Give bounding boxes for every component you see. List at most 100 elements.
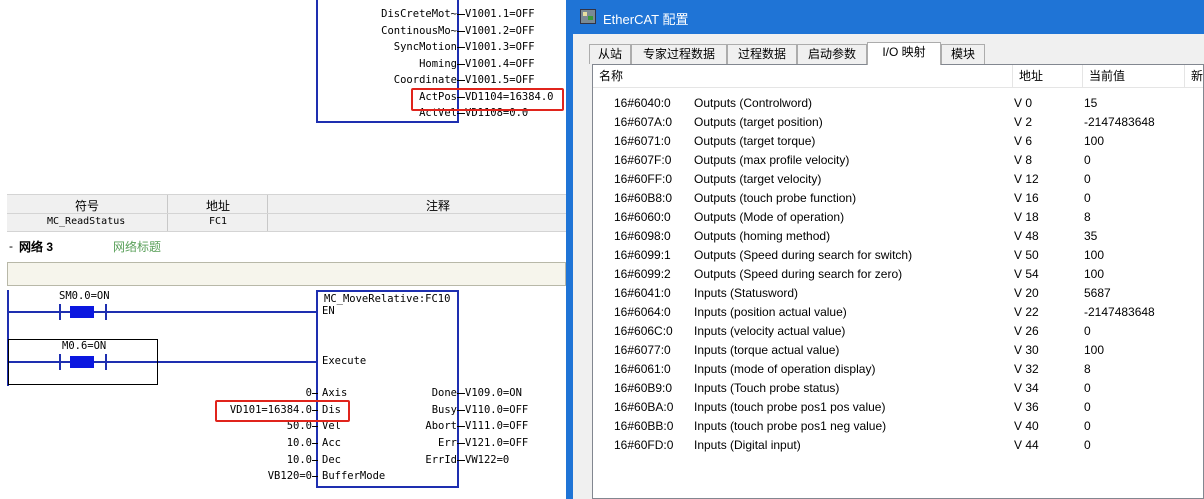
object-name: Inputs (position actual value) [694,305,847,319]
object-current-value: 0 [1084,400,1091,414]
table-row[interactable]: 16#6040:0 Outputs (Controlword) V 0 15 [593,94,1203,113]
symbol-table: 符号 地址 注释 MC_ReadStatus FC1 [7,194,566,232]
object-address: V 8 [1014,153,1033,167]
input-pin-value[interactable]: 10.0 [287,454,312,466]
object-index: 16#6071:0 [614,134,671,148]
column-header-address[interactable]: 地址 [1013,65,1083,87]
contact-left-bar [59,304,61,320]
table-row[interactable]: 16#6098:0 Outputs (homing method) V 48 35 [593,227,1203,246]
output-pin-value[interactable]: V121.0=OFF [465,437,528,449]
input-pin-value[interactable]: VB120=0 [268,470,312,482]
table-row[interactable]: 16#60BB:0 Inputs (touch probe pos1 neg va… [593,417,1203,436]
output-pin-line [457,460,465,461]
object-name: Inputs (velocity actual value) [694,324,846,338]
output-pin-value[interactable]: V111.0=OFF [465,420,528,432]
contact-m0-6[interactable] [70,356,94,368]
address-cell[interactable]: FC1 [209,216,227,227]
output-pin-line [457,426,465,427]
table-row[interactable]: 16#6077:0 Inputs (torque actual value) V 3… [593,341,1203,360]
output-pin-value[interactable]: V109.0=ON [465,387,522,399]
table-row[interactable]: 16#6061:0 Inputs (mode of operation displ… [593,360,1203,379]
contact-sm0-0[interactable] [70,306,94,318]
object-name: Inputs (torque actual value) [694,343,840,357]
object-current-value: 0 [1084,324,1091,338]
column-header-name[interactable]: 名称 [593,65,1013,87]
table-row[interactable]: 16#606C:0 Inputs (velocity actual value) V… [593,322,1203,341]
input-pin-value[interactable]: 0 [306,387,312,399]
output-pin-abort: Abort [425,420,457,432]
column-header-new[interactable]: 新 [1185,65,1203,87]
output-pin-value[interactable]: V110.0=OFF [465,404,528,416]
object-current-value: 35 [1084,229,1098,243]
tab-process-data[interactable]: 过程数据 [727,44,797,64]
symbol-cell[interactable]: MC_ReadStatus [47,216,125,227]
column-header-current-value[interactable]: 当前值 [1083,65,1185,87]
network-title[interactable]: 网络标题 [113,241,161,253]
input-pin-value[interactable]: 10.0 [287,437,312,449]
table-row[interactable]: 16#6099:1 Outputs (Speed during search fo… [593,246,1203,265]
io-mapping-grid[interactable]: 名称 地址 当前值 新 16#6040:0 Outputs (Controlwor… [592,64,1204,499]
object-address: V 32 [1014,362,1039,376]
tab-modules[interactable]: 模块 [941,44,985,64]
tab-startup-params[interactable]: 启动参数 [797,44,867,64]
table-row[interactable]: 16#6099:2 Outputs (Speed during search fo… [593,265,1203,284]
status-pin-name: SyncMotion [393,41,457,53]
object-current-value: 5687 [1084,286,1111,300]
status-pin-line [457,14,465,15]
table-row[interactable]: 16#60FF:0 Outputs (target velocity) V 12 0 [593,170,1203,189]
network-collapse-toggle[interactable]: - [9,240,13,252]
table-row[interactable]: 16#60B9:0 Inputs (Touch probe status) V 34… [593,379,1203,398]
row-divider [7,213,566,214]
window-title: EtherCAT 配置 [603,12,689,27]
object-index: 16#606C:0 [614,324,673,338]
table-row[interactable]: 16#6071:0 Outputs (target torque) V 6 100 [593,132,1203,151]
network-label: 网络 3 [19,240,54,254]
table-row[interactable]: 16#60FD:0 Inputs (Digital input) V 44 0 [593,436,1203,455]
table-row[interactable]: 16#6064:0 Inputs (position actual value) V… [593,303,1203,322]
object-name: Outputs (Speed during search for zero) [694,267,903,281]
output-pin-err: Err [438,437,457,449]
object-address: V 6 [1014,134,1033,148]
table-row[interactable]: 16#60B8:0 Outputs (touch probe function) V… [593,189,1203,208]
object-address: V 44 [1014,438,1039,452]
object-index: 16#60BB:0 [614,419,674,433]
tab-io-mapping[interactable]: I/O 映射 [867,42,941,65]
status-pin-value[interactable]: V1001.3=OFF [465,41,535,53]
status-pin-line [457,30,465,32]
object-name: Outputs (max profile velocity) [694,153,850,167]
contact-right-bar [105,304,107,320]
status-pin-line [457,80,465,81]
move-block-title: MC_MoveRelative:FC10 [324,293,451,305]
tab-slave[interactable]: 从站 [589,44,631,64]
object-name: Outputs (Mode of operation) [694,210,845,224]
status-pin-value[interactable]: V1001.4=OFF [465,58,535,70]
tab-expert-process-data[interactable]: 专家过程数据 [631,44,727,64]
object-index: 16#6040:0 [614,96,671,110]
table-row[interactable]: 16#607F:0 Outputs (max profile velocity) V… [593,151,1203,170]
object-address: V 16 [1014,191,1039,205]
status-pin-name: Coordinate [393,74,457,86]
input-pin-line [312,476,318,477]
output-pin-value[interactable]: VW122=0 [465,454,509,466]
object-name: Inputs (Touch probe status) [694,381,840,395]
object-index: 16#60FF:0 [614,172,673,186]
object-current-value: 100 [1084,343,1105,357]
object-current-value: 15 [1084,96,1098,110]
status-pin-value[interactable]: V1001.5=OFF [465,74,535,86]
table-row[interactable]: 16#60BA:0 Inputs (touch probe pos1 pos va… [593,398,1203,417]
window-titlebar[interactable]: EtherCAT 配置 [566,0,1204,34]
contact-label: M0.6=ON [62,340,107,352]
status-pin-value[interactable]: V1001.2=OFF [465,25,535,37]
symbol-header: 符号 [75,199,100,213]
table-row[interactable]: 16#6041:0 Inputs (Statusword) V 20 5687 [593,284,1203,303]
table-row[interactable]: 16#6060:0 Outputs (Mode of operation) V 18… [593,208,1203,227]
status-pin-value[interactable]: V1001.1=OFF [465,8,535,20]
input-pin-execute: Execute [322,355,367,367]
object-current-value: 0 [1084,419,1091,433]
contact-left-bar [59,354,61,370]
object-index: 16#6060:0 [614,210,671,224]
object-name: Outputs (touch probe function) [694,191,857,205]
table-row[interactable]: 16#607A:0 Outputs (target position) V 2 -21… [593,113,1203,132]
object-index: 16#6077:0 [614,343,671,357]
network-comment-bar[interactable] [7,262,566,286]
